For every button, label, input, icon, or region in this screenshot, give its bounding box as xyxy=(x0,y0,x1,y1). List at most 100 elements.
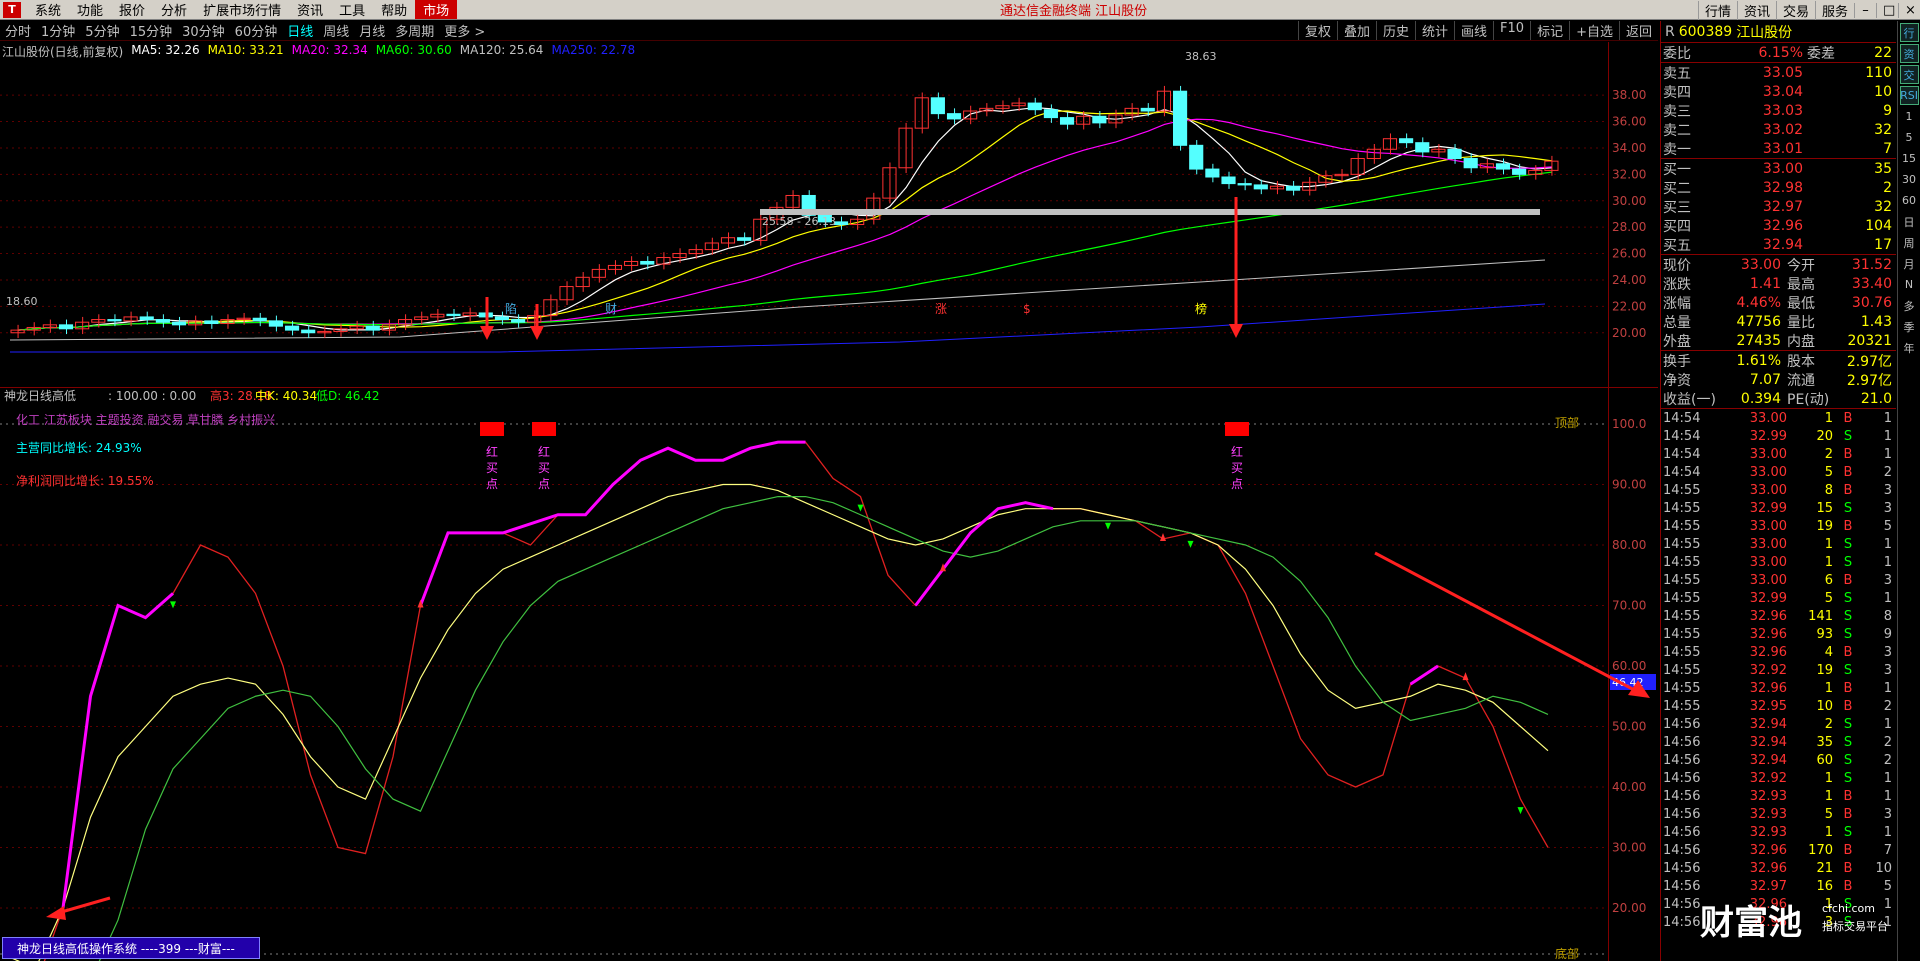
sidebar-button[interactable]: 月 xyxy=(1900,254,1919,273)
sidebar-button[interactable]: 30 xyxy=(1900,170,1919,189)
event-marker-1[interactable]: 陷 xyxy=(505,301,517,316)
stat-label: 换手 xyxy=(1663,353,1691,370)
profit-growth: 净利润同比增长: 19.55% xyxy=(16,474,154,488)
tf-60min[interactable]: 60分钟 xyxy=(230,21,283,40)
event-marker-4[interactable]: $ xyxy=(1023,302,1031,316)
tool-mark[interactable]: 标记 xyxy=(1530,21,1569,40)
menu-item-news[interactable]: 资讯 xyxy=(289,0,331,19)
stat-label-2: 最高 xyxy=(1787,276,1815,293)
tool-overlay[interactable]: 叠加 xyxy=(1336,21,1376,40)
tool-adjust[interactable]: 复权 xyxy=(1297,21,1337,40)
menu-item-function[interactable]: 功能 xyxy=(69,0,111,19)
sidebar-button[interactable]: 1 xyxy=(1900,107,1919,126)
tf-5min[interactable]: 5分钟 xyxy=(80,21,124,40)
candle-body xyxy=(268,320,283,327)
tf-daily[interactable]: 日线 xyxy=(282,21,318,40)
buy-point-3-label: 点 xyxy=(1231,477,1243,491)
candle-body xyxy=(1399,138,1414,144)
tick-volume: 19 xyxy=(1816,662,1833,678)
ask-price: 33.03 xyxy=(1762,102,1803,119)
sidebar-button[interactable]: 60 xyxy=(1900,191,1919,210)
tick-time: 14:56 xyxy=(1663,770,1701,786)
tick-count: 1 xyxy=(1883,428,1892,444)
tool-f10[interactable]: F10 xyxy=(1493,21,1530,40)
timeframe-bar: 分时 1分钟 5分钟 15分钟 30分钟 60分钟 日线 周线 月线 多周期 更… xyxy=(0,21,1658,41)
tick-side: S xyxy=(1843,770,1853,786)
tf-monthly[interactable]: 月线 xyxy=(354,21,390,40)
tf-15min[interactable]: 15分钟 xyxy=(125,21,178,40)
menu-item-tools[interactable]: 工具 xyxy=(331,0,373,19)
kline-chart[interactable]: 25.58 - 26.13 38.63 18.60 38.00 36.00 34.0… xyxy=(0,42,1658,387)
sidebar-button[interactable]: 日 xyxy=(1900,212,1919,231)
tick-count: 3 xyxy=(1883,644,1892,660)
menu-item-system[interactable]: 系统 xyxy=(27,0,69,19)
tick-count: 1 xyxy=(1883,788,1892,804)
bid-label: 买一 xyxy=(1663,161,1691,178)
sidebar-button[interactable]: 5 xyxy=(1900,128,1919,147)
close-icon[interactable]: × xyxy=(1898,2,1920,18)
tool-add-favorite[interactable]: +自选 xyxy=(1569,21,1619,40)
sidebar-button[interactable]: 行 xyxy=(1899,23,1919,42)
tf-30min[interactable]: 30分钟 xyxy=(177,21,230,40)
tool-back[interactable]: 返回 xyxy=(1618,21,1658,40)
tick-time: 14:55 xyxy=(1663,482,1701,498)
tf-intraday[interactable]: 分时 xyxy=(0,21,36,40)
sidebar-button[interactable]: 交 xyxy=(1899,65,1919,84)
minimize-icon[interactable]: – xyxy=(1854,2,1876,18)
tf-multi[interactable]: 多周期 xyxy=(390,21,439,40)
tick-row: 14:56 32.92 1 S 1 xyxy=(1661,769,1896,787)
tf-more[interactable]: 更多 > xyxy=(439,21,490,40)
sidebar-button[interactable]: RSI xyxy=(1899,86,1919,105)
sidebar-button[interactable]: 年 xyxy=(1900,338,1919,357)
tf-1min[interactable]: 1分钟 xyxy=(36,21,80,40)
top-button-news[interactable]: 资讯 xyxy=(1736,0,1776,20)
maximize-icon[interactable]: □ xyxy=(1876,2,1898,18)
tick-count: 1 xyxy=(1883,590,1892,606)
indicator-tick: 50.00 xyxy=(1612,720,1646,734)
menu-item-market[interactable]: 市场 xyxy=(415,0,458,19)
event-marker-2[interactable]: 财 xyxy=(605,302,617,316)
menu-item-quote[interactable]: 报价 xyxy=(111,0,153,19)
bid-label: 买五 xyxy=(1663,237,1691,254)
tick-price: 32.96 xyxy=(1749,680,1787,696)
stat-row: 涨幅 4.46% 最低 30.76 xyxy=(1661,293,1896,312)
top-button-quote[interactable]: 行情 xyxy=(1697,0,1737,20)
candle-body xyxy=(833,221,849,226)
sidebar-button[interactable]: 周 xyxy=(1900,233,1919,252)
menu-item-help[interactable]: 帮助 xyxy=(373,0,415,19)
menu-item-analysis[interactable]: 分析 xyxy=(153,0,195,19)
stock-code: 600389 xyxy=(1678,23,1733,40)
tick-price: 33.00 xyxy=(1749,518,1787,534)
sidebar-button[interactable]: 15 xyxy=(1900,149,1919,168)
tick-row: 14:55 33.00 1 S 1 xyxy=(1661,553,1896,571)
tool-history[interactable]: 历史 xyxy=(1375,21,1415,40)
tick-time: 14:56 xyxy=(1663,806,1701,822)
sidebar-button[interactable]: 资 xyxy=(1899,44,1919,63)
candle-body xyxy=(446,313,461,317)
sidebar-button[interactable]: N xyxy=(1900,275,1919,294)
tick-time: 14:56 xyxy=(1663,788,1701,804)
sidebar-button[interactable]: 多 xyxy=(1900,296,1919,315)
tick-side: B xyxy=(1843,644,1853,660)
tick-time: 14:55 xyxy=(1663,536,1701,552)
tool-draw[interactable]: 画线 xyxy=(1454,21,1493,40)
indicator-system-label[interactable]: 神龙日线高低操作系统 ----399 ---财富--- xyxy=(2,937,260,959)
menu-item-extended-market[interactable]: 扩展市场行情 xyxy=(195,0,289,19)
sidebar-button[interactable]: 季 xyxy=(1900,317,1919,336)
stat-label-2: 流通 xyxy=(1787,372,1815,389)
indicator-chart[interactable]: 神龙日线高低 : 100.00 : 0.00 高3: 28.18 中K: 40.… xyxy=(0,388,1658,961)
tick-price: 32.96 xyxy=(1749,860,1787,876)
tool-stats[interactable]: 统计 xyxy=(1415,21,1454,40)
top-button-trade[interactable]: 交易 xyxy=(1775,0,1815,20)
tf-weekly[interactable]: 周线 xyxy=(318,21,354,40)
arrow-down-3 xyxy=(1229,197,1243,338)
tick-row: 14:54 33.00 5 B 2 xyxy=(1661,463,1896,481)
top-button-service[interactable]: 服务 xyxy=(1814,0,1854,20)
resistance-band xyxy=(760,209,1540,215)
event-marker-3[interactable]: 涨 xyxy=(935,301,947,316)
candle-body xyxy=(284,325,300,331)
tick-time: 14:56 xyxy=(1663,842,1701,858)
stat-row: 净资 7.07 流通 2.97亿 xyxy=(1661,370,1896,389)
bid-row: 买二 32.98 2 xyxy=(1661,178,1896,197)
event-marker-5[interactable]: 榜 xyxy=(1195,301,1207,316)
